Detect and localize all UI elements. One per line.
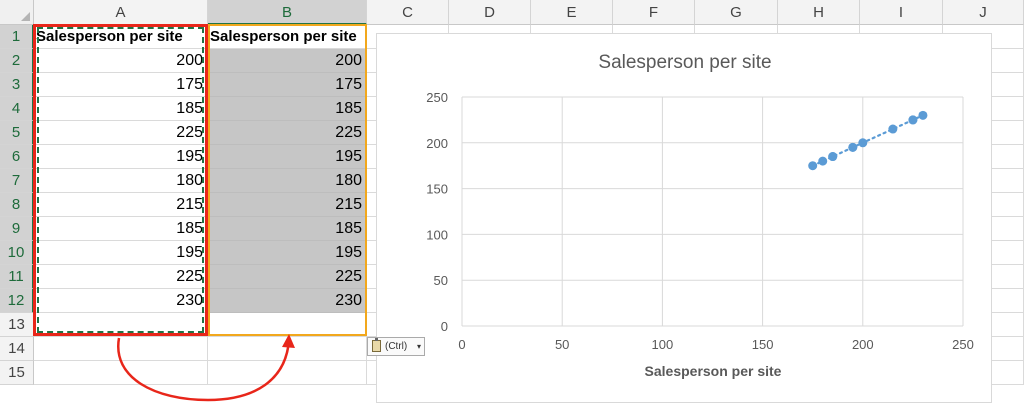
cell-b10[interactable]: 195 <box>208 241 367 265</box>
row-header-5[interactable]: 5 <box>0 121 34 145</box>
cell-a6[interactable]: 195 <box>34 145 208 169</box>
column-header-a[interactable]: A <box>34 0 208 25</box>
cell-b15[interactable] <box>208 361 367 385</box>
x-axis-label: Salesperson per site <box>645 363 782 379</box>
data-point <box>808 161 818 171</box>
column-header-f[interactable]: F <box>613 0 695 25</box>
column-header-d[interactable]: D <box>449 0 531 25</box>
x-tick-label: 150 <box>752 337 774 352</box>
cell-a14[interactable] <box>34 337 208 361</box>
data-point <box>818 156 828 166</box>
y-tick-label: 50 <box>434 273 448 288</box>
column-header-h[interactable]: H <box>778 0 860 25</box>
column-header-i[interactable]: I <box>860 0 943 25</box>
row-header-3[interactable]: 3 <box>0 73 34 97</box>
paste-options-button[interactable]: (Ctrl) ▾ <box>367 337 425 356</box>
x-tick-label: 50 <box>555 337 569 352</box>
cell-b7[interactable]: 180 <box>208 169 367 193</box>
spreadsheet-grid: ABCDEFGHIJ 1 2 3 4 5 6 7 8 9 10 11 12 13 14 15 Salespe… <box>0 0 1024 410</box>
data-point <box>888 124 898 134</box>
cell-a10[interactable]: 195 <box>34 241 208 265</box>
cell-a5[interactable]: 225 <box>34 121 208 145</box>
row-header-8[interactable]: 8 <box>0 193 34 217</box>
cell-a15[interactable] <box>34 361 208 385</box>
cell-b5[interactable]: 225 <box>208 121 367 145</box>
row-header-7[interactable]: 7 <box>0 169 34 193</box>
row-header-9[interactable]: 9 <box>0 217 34 241</box>
chart-title: Salesperson per site <box>598 52 771 73</box>
column-header-c[interactable]: C <box>367 0 449 25</box>
cell-b1[interactable]: Salesperson per site <box>208 25 367 49</box>
cell-b3[interactable]: 175 <box>208 73 367 97</box>
column-header-e[interactable]: E <box>531 0 613 25</box>
row-header-2[interactable]: 2 <box>0 49 34 73</box>
data-point <box>828 152 838 162</box>
cell-a3[interactable]: 175 <box>34 73 208 97</box>
select-all-triangle-icon <box>21 12 30 21</box>
cell-a8[interactable]: 215 <box>34 193 208 217</box>
data-point <box>848 142 858 152</box>
cell-b13[interactable] <box>208 313 367 337</box>
chevron-down-icon: ▾ <box>416 342 421 351</box>
column-header-g[interactable]: G <box>695 0 778 25</box>
clipboard-icon <box>372 338 381 352</box>
column-header-j[interactable]: J <box>943 0 1024 25</box>
chart-svg: Salesperson per site 0 50 100 150 200 250 0 50… <box>426 52 974 379</box>
row-header-13[interactable]: 13 <box>0 313 34 337</box>
cell-a11[interactable]: 225 <box>34 265 208 289</box>
column-header-b[interactable]: B <box>208 0 367 25</box>
cell-b2[interactable]: 200 <box>208 49 367 73</box>
row-header-14[interactable]: 14 <box>0 337 34 361</box>
y-tick-label: 150 <box>426 182 448 197</box>
cell-a9[interactable]: 185 <box>34 217 208 241</box>
scatter-chart[interactable]: Salesperson per site 0 50 100 150 200 250 0 50… <box>376 33 992 403</box>
y-tick-label: 100 <box>426 227 448 242</box>
cell-a1[interactable]: Salesperson per site <box>34 25 208 49</box>
row-header-1[interactable]: 1 <box>0 25 34 49</box>
row-header-15[interactable]: 15 <box>0 361 34 385</box>
cell-b6[interactable]: 195 <box>208 145 367 169</box>
cell-b4[interactable]: 185 <box>208 97 367 121</box>
data-point <box>858 138 868 148</box>
cell-b8[interactable]: 215 <box>208 193 367 217</box>
row-header-10[interactable]: 10 <box>0 241 34 265</box>
cell-a7[interactable]: 180 <box>34 169 208 193</box>
data-point <box>908 115 918 125</box>
cell-a4[interactable]: 185 <box>34 97 208 121</box>
row-header-6[interactable]: 6 <box>0 145 34 169</box>
x-tick-label: 100 <box>652 337 674 352</box>
x-tick-label: 0 <box>458 337 465 352</box>
select-all-corner[interactable] <box>0 0 34 25</box>
cell-b12[interactable]: 230 <box>208 289 367 313</box>
cell-a13[interactable] <box>34 313 208 337</box>
y-tick-label: 250 <box>426 90 448 105</box>
cell-b9[interactable]: 185 <box>208 217 367 241</box>
paste-options-label: (Ctrl) <box>385 341 408 352</box>
cell-b11[interactable]: 225 <box>208 265 367 289</box>
y-tick-label: 200 <box>426 136 448 151</box>
cell-b14[interactable] <box>208 337 367 361</box>
cell-a2[interactable]: 200 <box>34 49 208 73</box>
y-axis-ticks: 0 50 100 150 200 250 <box>426 90 448 334</box>
x-axis-ticks: 0 50 100 150 200 250 <box>458 337 973 352</box>
x-tick-label: 250 <box>952 337 974 352</box>
x-tick-label: 200 <box>852 337 874 352</box>
row-header-11[interactable]: 11 <box>0 265 34 289</box>
row-header-4[interactable]: 4 <box>0 97 34 121</box>
cell-a12[interactable]: 230 <box>34 289 208 313</box>
row-header-12[interactable]: 12 <box>0 289 34 313</box>
y-tick-label: 0 <box>441 319 448 334</box>
data-point <box>918 110 928 120</box>
